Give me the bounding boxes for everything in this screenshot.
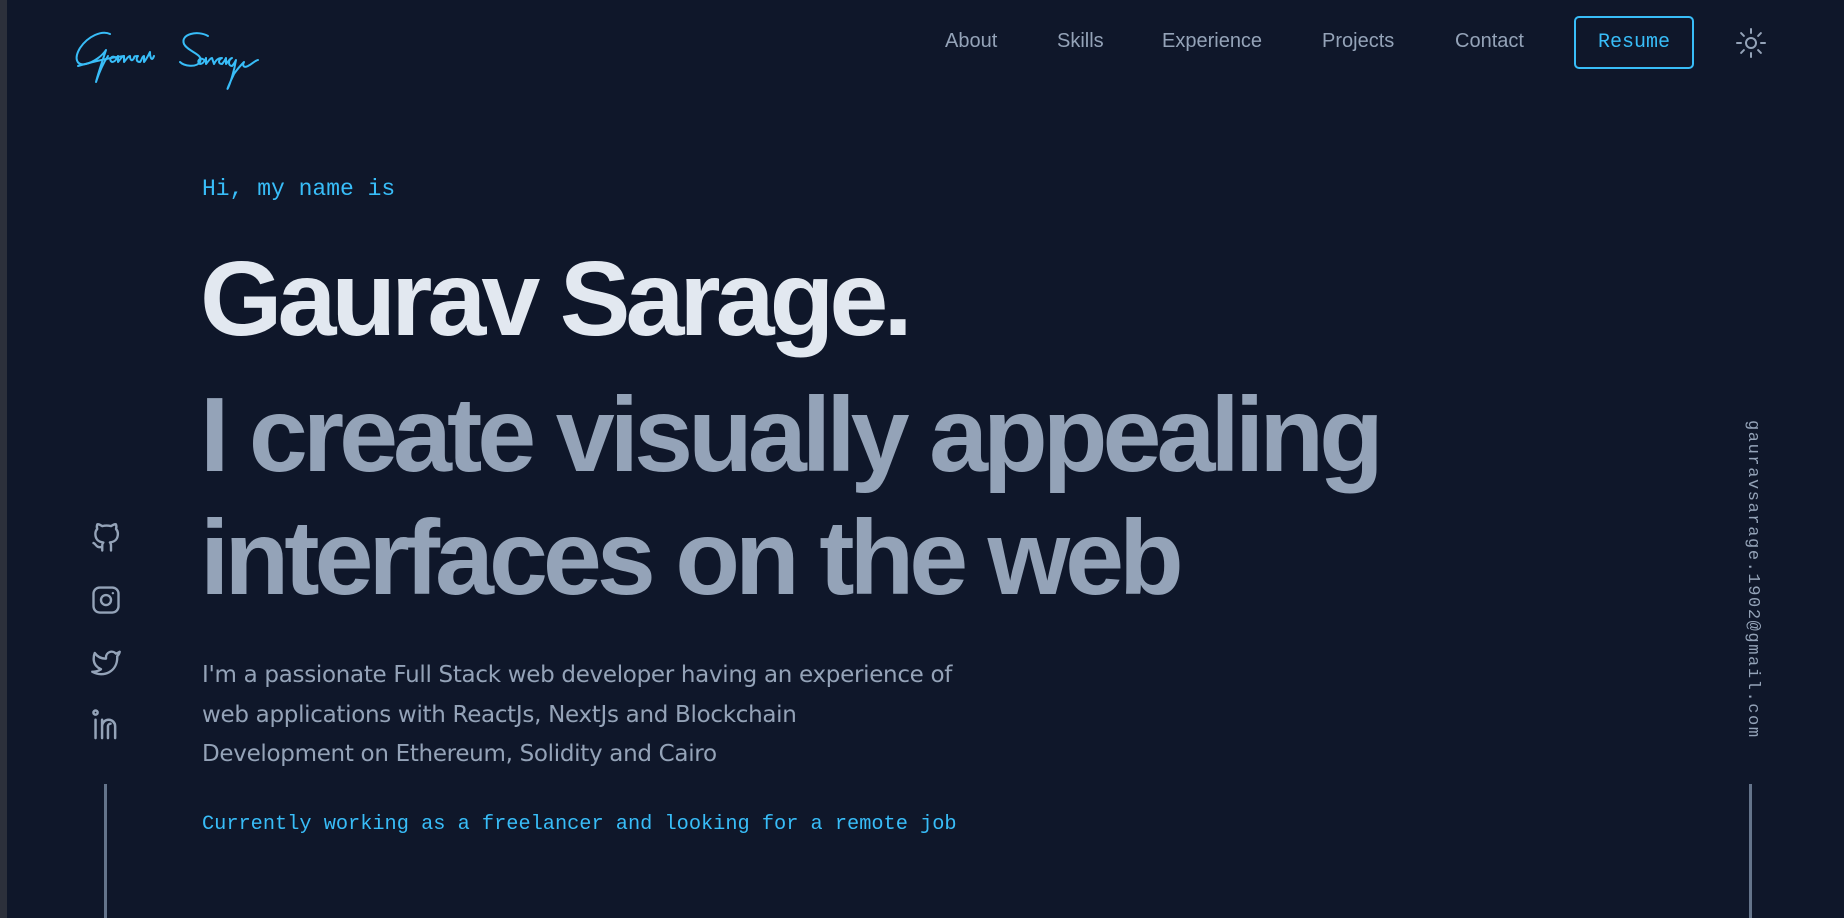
nav-link-skills[interactable]: Skills [1057,30,1104,53]
hero-status: Currently working as a freelancer and lo… [202,813,957,836]
social-divider-line [104,784,107,918]
social-link-github[interactable] [88,520,124,556]
logo-signature[interactable] [72,22,297,94]
twitter-icon [91,650,121,676]
nav-link-contact[interactable]: Contact [1455,30,1524,53]
window-edge [0,0,7,918]
github-icon [92,523,120,552]
social-link-linkedin[interactable] [88,707,124,743]
logo-signature-icon [75,31,259,90]
hero-intro: Hi, my name is [202,176,396,202]
hero-description-line: I'm a passionate Full Stack web develope… [202,662,953,688]
hero-description: I'm a passionate Full Stack web develope… [202,656,1022,775]
linkedin-icon [92,709,117,740]
hero-description-line: web applications with ReactJs, NextJs an… [202,701,797,728]
hero-description-line: Development on Ethereum, Solidity and Ca… [202,741,717,767]
hero-tagline: I create visually appealing interfaces o… [200,374,1384,620]
email-divider-line [1749,784,1752,918]
nav-link-experience[interactable]: Experience [1162,30,1262,53]
instagram-icon [92,586,120,614]
hero-tagline-line: interfaces on the web [200,499,1184,617]
resume-button[interactable]: Resume [1574,16,1694,69]
nav-link-projects[interactable]: Projects [1322,30,1394,53]
email-link[interactable]: gauravsarage.1902@gmail.com [1738,420,1762,750]
hero-name: Gaurav Sarage. [200,240,913,358]
sun-icon [1736,28,1766,58]
hero-tagline-line: I create visually appealing [200,376,1384,494]
social-link-instagram[interactable] [88,582,124,618]
social-link-twitter[interactable] [88,645,124,681]
theme-toggle-button[interactable] [1734,26,1768,60]
nav-link-about[interactable]: About [945,30,997,53]
site-header: About Skills Experience Projects Contact… [0,0,1844,90]
